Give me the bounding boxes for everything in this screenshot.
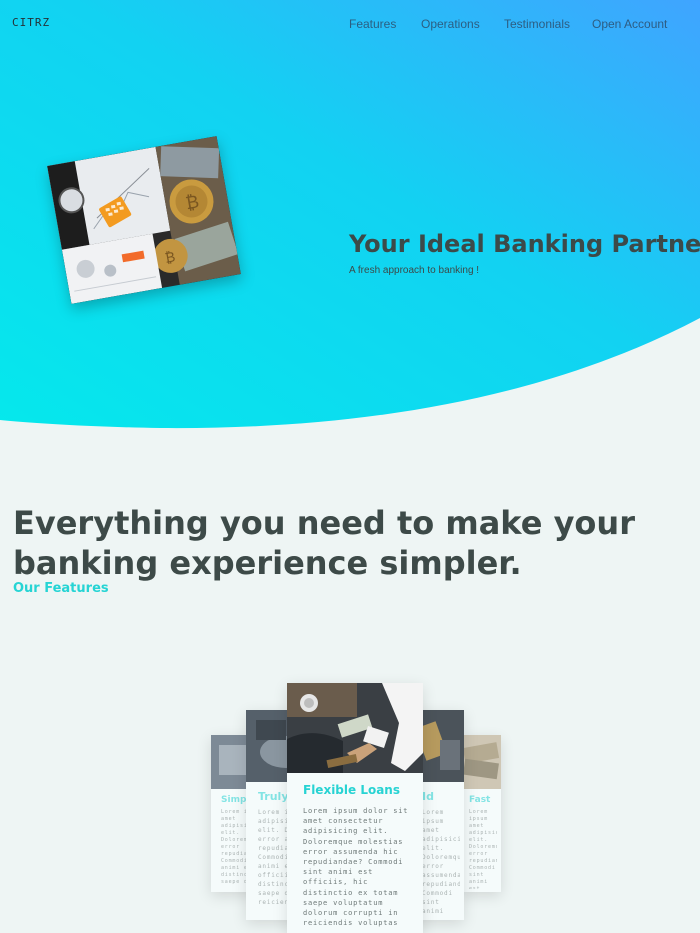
feature-card-image [461, 735, 501, 789]
nav-link-open-account[interactable]: Open Account [592, 17, 667, 31]
nav-link-testimonials[interactable]: Testimonials [504, 17, 570, 31]
feature-card-far-right[interactable]: Fast Lorem ipsum amet adipisicing elit. … [461, 735, 501, 892]
top-navigation: CITRZ Features Operations Testimonials O… [0, 0, 700, 48]
nav-link-operations[interactable]: Operations [421, 17, 480, 31]
features-label: Our Features [13, 581, 109, 596]
hero-title: Your Ideal Banking Partner [349, 230, 700, 258]
feature-card-text: Lorem ipsum dolor sit amet consectetur a… [303, 807, 409, 928]
feature-card-title: Fast [469, 795, 491, 805]
feature-card-image [287, 683, 423, 773]
hero-subtitle: A fresh approach to banking ! [349, 265, 480, 276]
hero-image: ₿ ₿ [47, 136, 241, 304]
feature-card-title: Id [422, 790, 434, 803]
nav-link-features[interactable]: Features [349, 17, 396, 31]
feature-card-text: Lorem ipsum amet adipisicing elit. Dolor… [469, 809, 497, 889]
feature-card-title: Flexible Loans [303, 783, 400, 797]
feature-card-text: Lorem ipsum amet adipisicing elit. Dolor… [422, 809, 460, 913]
logo[interactable]: CITRZ [12, 16, 50, 29]
feature-card-flexible-loans[interactable]: Flexible Loans Lorem ipsum dolor sit ame… [287, 683, 423, 933]
feature-card-title: Truly [258, 790, 289, 803]
features-heading: Everything you need to make your banking… [13, 504, 635, 582]
hero-section: CITRZ Features Operations Testimonials O… [0, 0, 700, 440]
